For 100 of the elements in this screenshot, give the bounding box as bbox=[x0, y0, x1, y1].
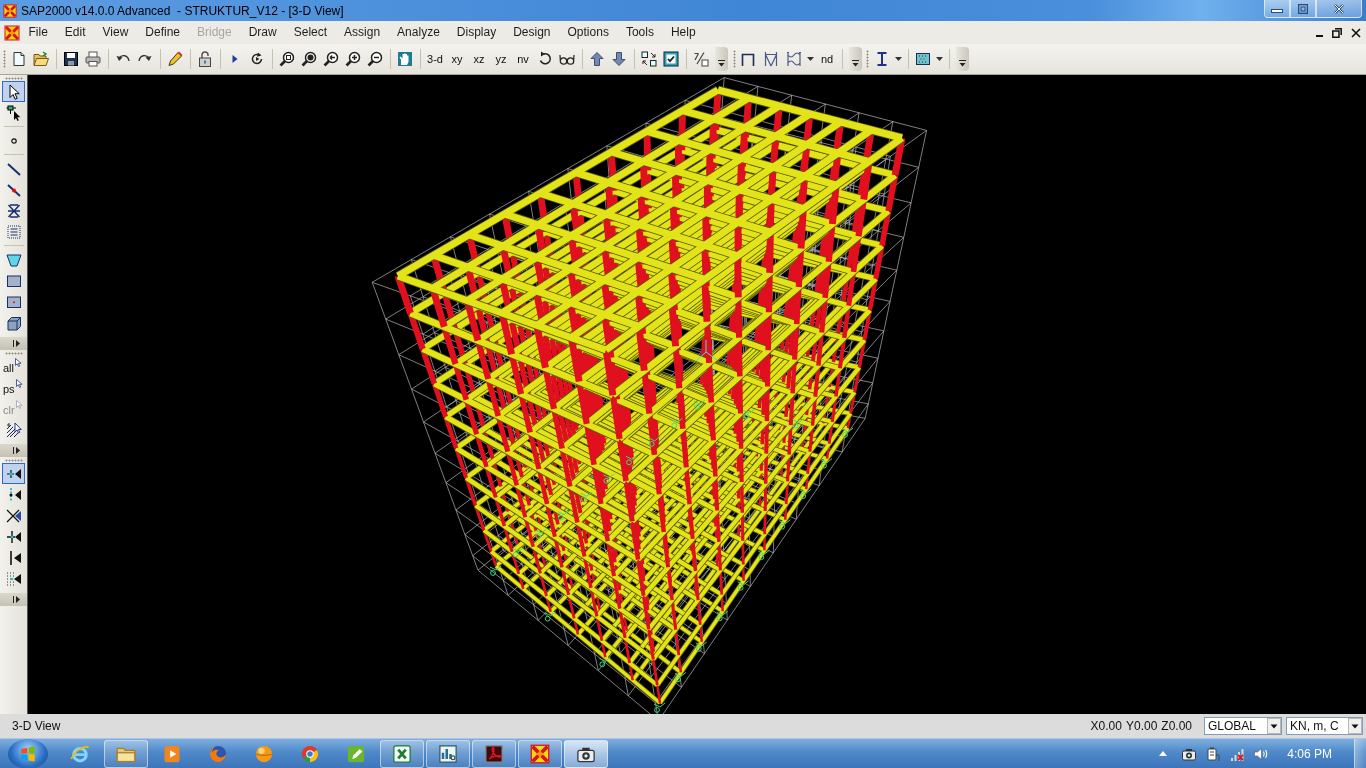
zoom-out-icon[interactable] bbox=[367, 51, 383, 67]
quadrilateral-icon[interactable] bbox=[5, 251, 22, 268]
pen-tile-icon bbox=[346, 743, 366, 764]
menu-item[interactable]: View bbox=[94, 23, 137, 42]
expand-arrow-icon bbox=[13, 596, 22, 603]
frame-text-button[interactable]: nd bbox=[816, 48, 838, 70]
toolbar-options-button[interactable] bbox=[0, 593, 27, 606]
cube-icon[interactable] bbox=[5, 314, 22, 331]
minimize-icon bbox=[1271, 9, 1283, 13]
model-viewport[interactable] bbox=[28, 75, 1366, 714]
restore-button[interactable] bbox=[1290, 0, 1316, 18]
taskbar-app-button[interactable] bbox=[380, 739, 424, 768]
taskbar-app-button[interactable] bbox=[564, 739, 608, 768]
minimize-icon[interactable] bbox=[1316, 34, 1323, 37]
speaker-icon[interactable] bbox=[1253, 745, 1270, 762]
start-button[interactable] bbox=[8, 738, 48, 768]
toolbar-grip[interactable] bbox=[4, 77, 23, 80]
menu-item[interactable]: Define bbox=[136, 23, 189, 42]
shaded-square-icon[interactable] bbox=[915, 51, 931, 67]
menu-item[interactable]: Help bbox=[662, 23, 705, 42]
line-dot-icon[interactable] bbox=[5, 181, 22, 198]
view-button[interactable]: xz bbox=[468, 48, 490, 70]
checked-box-icon[interactable] bbox=[663, 51, 679, 67]
restore-icon[interactable] bbox=[1332, 27, 1342, 38]
minimize-button[interactable] bbox=[1264, 0, 1290, 18]
segmented-circle-icon bbox=[300, 743, 320, 764]
pointer-tool-button[interactable] bbox=[2, 81, 25, 102]
toolbar-grip[interactable] bbox=[4, 459, 23, 462]
units-dropdown[interactable]: KN, m, C bbox=[1286, 717, 1363, 735]
swirl-tile-icon bbox=[484, 743, 504, 764]
toolbar-options-button[interactable] bbox=[0, 337, 27, 350]
coordinate-readout: Z0.00 bbox=[1161, 719, 1192, 733]
up-triangle-icon[interactable] bbox=[1159, 751, 1168, 756]
menu-item[interactable]: Edit bbox=[56, 23, 95, 42]
hatched-cursor-icon[interactable] bbox=[5, 421, 22, 438]
close-button[interactable] bbox=[1316, 0, 1362, 18]
menu-item[interactable]: Analyze bbox=[388, 23, 449, 42]
menu-item[interactable]: Draw bbox=[240, 23, 286, 42]
printer-icon[interactable] bbox=[85, 51, 101, 67]
menu-item[interactable]: Select bbox=[285, 23, 336, 42]
up-arrow-icon[interactable] bbox=[589, 51, 605, 67]
dot-grid-arrowhead-icon bbox=[5, 570, 22, 587]
zoom-in-icon[interactable] bbox=[345, 51, 361, 67]
menu-item[interactable]: Design bbox=[504, 23, 560, 42]
rotate-arrow-icon[interactable] bbox=[537, 51, 553, 67]
diagonal-line-icon[interactable] bbox=[5, 160, 22, 177]
clock[interactable]: 4:06 PM bbox=[1287, 746, 1332, 761]
letter-e-icon bbox=[70, 743, 90, 764]
caret-icon[interactable] bbox=[895, 57, 902, 61]
curved-frame-icon[interactable] bbox=[785, 51, 802, 67]
new-page-icon[interactable] bbox=[11, 51, 27, 67]
taskbar-app-button[interactable] bbox=[426, 739, 470, 768]
hand-icon[interactable] bbox=[397, 51, 413, 67]
pencil-icon[interactable] bbox=[167, 51, 183, 67]
cursor-icon bbox=[15, 400, 23, 409]
battery-plug-icon[interactable] bbox=[1205, 745, 1222, 762]
toolbar-grip[interactable] bbox=[866, 50, 869, 68]
view-button[interactable]: 3-d bbox=[424, 48, 446, 70]
toolbar-grip[interactable] bbox=[733, 50, 736, 68]
padlock-icon[interactable] bbox=[197, 51, 213, 67]
dotted-list-icon[interactable] bbox=[5, 223, 22, 240]
toolbar-options-button[interactable] bbox=[849, 47, 862, 71]
view-name: 3-D View bbox=[12, 719, 61, 733]
cross-star-icon[interactable] bbox=[4, 24, 20, 41]
menu-item[interactable]: Tools bbox=[617, 23, 663, 42]
down-arrow-icon[interactable] bbox=[611, 51, 627, 67]
selection-button[interactable]: all bbox=[1, 356, 26, 377]
menu-item[interactable]: File bbox=[20, 23, 57, 42]
toolbar-grip[interactable] bbox=[4, 352, 23, 355]
crossed-lines-icon[interactable] bbox=[5, 202, 22, 219]
caret-icon[interactable] bbox=[936, 57, 943, 61]
taskbar-app-button[interactable] bbox=[472, 739, 516, 768]
menu-item[interactable]: Display bbox=[448, 23, 505, 42]
shrink-squares-icon[interactable] bbox=[641, 51, 657, 67]
portal-frame-icon[interactable] bbox=[739, 51, 756, 67]
menu-item[interactable]: Options bbox=[559, 23, 618, 42]
toolbar-options-button[interactable] bbox=[715, 47, 728, 71]
caret-icon[interactable] bbox=[807, 57, 814, 61]
circular-arrow-icon[interactable] bbox=[249, 51, 265, 67]
coordinate-system-dropdown[interactable]: GLOBAL bbox=[1204, 717, 1282, 735]
menu-item[interactable]: Assign bbox=[335, 23, 389, 42]
view-button[interactable]: nv bbox=[512, 48, 534, 70]
braced-frame-icon[interactable] bbox=[762, 51, 779, 67]
view-button[interactable]: yz bbox=[490, 48, 512, 70]
node-pointer-icon bbox=[5, 104, 22, 121]
view-button[interactable]: xy bbox=[446, 48, 468, 70]
slash-square-icon[interactable] bbox=[693, 51, 709, 67]
snap-tool-button[interactable] bbox=[2, 463, 25, 484]
chart-tile-icon bbox=[438, 743, 458, 764]
rectangle-icon[interactable] bbox=[5, 272, 22, 289]
toolbar-options-button[interactable] bbox=[0, 444, 27, 457]
t-mark-arrowhead-icon bbox=[5, 528, 22, 545]
toolbar-grip[interactable] bbox=[3, 50, 6, 68]
magnifier-dot-icon[interactable] bbox=[301, 51, 317, 67]
close-icon[interactable] bbox=[1351, 27, 1361, 38]
restore-icon bbox=[1298, 3, 1308, 14]
close-icon bbox=[1334, 3, 1344, 14]
open-folder-icon[interactable] bbox=[33, 51, 49, 67]
selection-button[interactable]: ps bbox=[1, 377, 26, 398]
toolbar-options-button[interactable] bbox=[956, 47, 969, 71]
